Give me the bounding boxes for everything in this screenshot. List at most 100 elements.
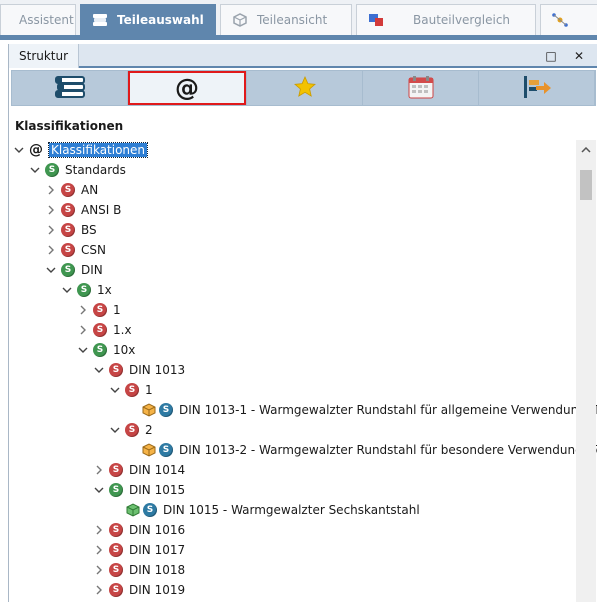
- tree-item[interactable]: S DIN 1013-2 - Warmgewalzter Rundstahl fü…: [124, 440, 597, 460]
- at-icon: @: [29, 142, 43, 158]
- tab-bauteilvergleich-label: Bauteilvergleich: [413, 13, 511, 27]
- standard-red-icon: S: [125, 383, 139, 397]
- close-button[interactable]: ✕: [571, 48, 587, 64]
- tree-item[interactable]: S DIN 1013-1 - Warmgewalzter Rundstahl fü…: [124, 400, 597, 420]
- standard-red-icon: S: [61, 203, 75, 217]
- tree-item[interactable]: S DIN 1015 - Warmgewalzter Sechskantstahl: [108, 500, 420, 520]
- compare-icon: [367, 11, 385, 29]
- part-cube-orange-icon: [141, 442, 157, 458]
- tree-item[interactable]: S DIN 1018: [92, 560, 185, 580]
- tree-item-label: AN: [81, 183, 99, 197]
- tab-struktur[interactable]: Struktur: [9, 44, 80, 68]
- tree-item-label: DIN 1019: [129, 583, 186, 597]
- standard-red-icon: S: [93, 323, 107, 337]
- favorites-button[interactable]: [247, 71, 362, 105]
- tree-item[interactable]: S AN: [44, 180, 98, 200]
- tree-item-label: 1: [145, 383, 153, 397]
- tab-bauteilvergleich[interactable]: Bauteilvergleich: [356, 4, 536, 35]
- standard-red-icon: S: [109, 363, 123, 377]
- section-title: Klassifikationen: [15, 119, 124, 133]
- chevron-down-icon[interactable]: [92, 483, 106, 497]
- tree-item[interactable]: S DIN 1017: [92, 540, 185, 560]
- chevron-down-icon[interactable]: [60, 283, 74, 297]
- tab-assistent[interactable]: Assistent: [0, 4, 76, 35]
- standard-green-icon: S: [45, 163, 59, 177]
- calendar-button[interactable]: [363, 71, 478, 105]
- chevron-down-icon[interactable]: [108, 383, 122, 397]
- star-icon: [293, 75, 317, 102]
- standard-red-icon: S: [109, 563, 123, 577]
- tree-item[interactable]: S DIN 1013: [92, 360, 185, 380]
- standard-red-icon: S: [109, 463, 123, 477]
- tab-network[interactable]: [540, 4, 597, 35]
- panel-header: Struktur □ ✕: [9, 44, 597, 68]
- tree-item[interactable]: S2: [108, 420, 153, 440]
- export-button[interactable]: [479, 71, 594, 105]
- tab-teileansicht[interactable]: Teileansicht: [220, 4, 352, 35]
- catalog-button[interactable]: [12, 71, 127, 105]
- tree-item[interactable]: S BS: [44, 220, 97, 240]
- tree-item[interactable]: S DIN: [44, 260, 103, 280]
- vertical-scrollbar[interactable]: [576, 140, 596, 602]
- chevron-right-icon[interactable]: [44, 183, 58, 197]
- maximize-button[interactable]: □: [543, 48, 559, 64]
- chevron-right-icon[interactable]: [92, 563, 106, 577]
- chevron-right-icon[interactable]: [92, 523, 106, 537]
- chevron-down-icon[interactable]: [12, 143, 26, 157]
- tree-item[interactable]: S DIN 1015: [92, 480, 185, 500]
- panel-toolbar: @: [11, 70, 596, 106]
- tree-item[interactable]: S DIN 1014: [92, 460, 185, 480]
- tree-item-label: DIN 1014: [129, 463, 186, 477]
- tree-item-label: Standards: [65, 163, 126, 177]
- chevron-right-icon[interactable]: [92, 463, 106, 477]
- chevron-right-icon[interactable]: [44, 243, 58, 257]
- tree-item[interactable]: S DIN 1019: [92, 580, 185, 600]
- tab-teileauswahl[interactable]: Teileauswahl: [80, 4, 216, 35]
- network-icon: [551, 11, 569, 29]
- chevron-down-icon[interactable]: [92, 363, 106, 377]
- standard-teal-icon: S: [143, 503, 157, 517]
- tree-item-label: DIN 1013: [129, 363, 186, 377]
- chevron-down-icon[interactable]: [28, 163, 42, 177]
- tree-item[interactable]: S ANSI B: [44, 200, 121, 220]
- standard-red-icon: S: [109, 543, 123, 557]
- books-icon: [53, 75, 87, 102]
- tree-item-label: 10x: [113, 343, 136, 357]
- standard-red-icon: S: [61, 223, 75, 237]
- chevron-down-icon[interactable]: [108, 423, 122, 437]
- tree-item[interactable]: S 1.x: [76, 320, 132, 340]
- tab-teileansicht-label: Teileansicht: [257, 13, 328, 27]
- tab-assistent-label: Assistent: [19, 13, 74, 27]
- chevron-down-icon[interactable]: [44, 263, 58, 277]
- tree-item[interactable]: S1: [108, 380, 153, 400]
- export-icon: [522, 74, 552, 103]
- classification-button[interactable]: @: [128, 71, 246, 105]
- tree-item[interactable]: S DIN 1016: [92, 520, 185, 540]
- scroll-thumb[interactable]: [580, 170, 592, 200]
- tree-item-label: 1x: [97, 283, 112, 297]
- chevron-down-icon[interactable]: [76, 343, 90, 357]
- tree-item[interactable]: S CSN: [44, 240, 106, 260]
- standard-green-icon: S: [93, 343, 107, 357]
- chevron-right-icon[interactable]: [92, 583, 106, 597]
- chevron-right-icon[interactable]: [44, 203, 58, 217]
- chevron-right-icon[interactable]: [76, 323, 90, 337]
- scroll-up-arrow[interactable]: [576, 142, 596, 158]
- tree-item-label: DIN 1013-2 - Warmgewalzter Rundstahl für…: [179, 443, 597, 457]
- chevron-right-icon[interactable]: [92, 543, 106, 557]
- tree-item[interactable]: S Standards: [28, 160, 126, 180]
- standard-green-icon: S: [77, 283, 91, 297]
- chevron-right-icon[interactable]: [44, 223, 58, 237]
- standard-teal-icon: S: [159, 403, 173, 417]
- tree-item[interactable]: S 1x: [60, 280, 112, 300]
- tree-item-label: Klassifikationen: [47, 142, 149, 158]
- structure-panel: Struktur □ ✕ @ Klassifikationen @ Klassi…: [8, 44, 597, 602]
- tree-item[interactable]: S 10x: [76, 340, 135, 360]
- at-icon: @: [175, 74, 199, 102]
- parts-icon: [231, 11, 249, 29]
- tree-item[interactable]: S1: [76, 300, 121, 320]
- chevron-right-icon[interactable]: [76, 303, 90, 317]
- tree-item[interactable]: @ Klassifikationen: [12, 140, 149, 160]
- tree-item-label: 2: [145, 423, 153, 437]
